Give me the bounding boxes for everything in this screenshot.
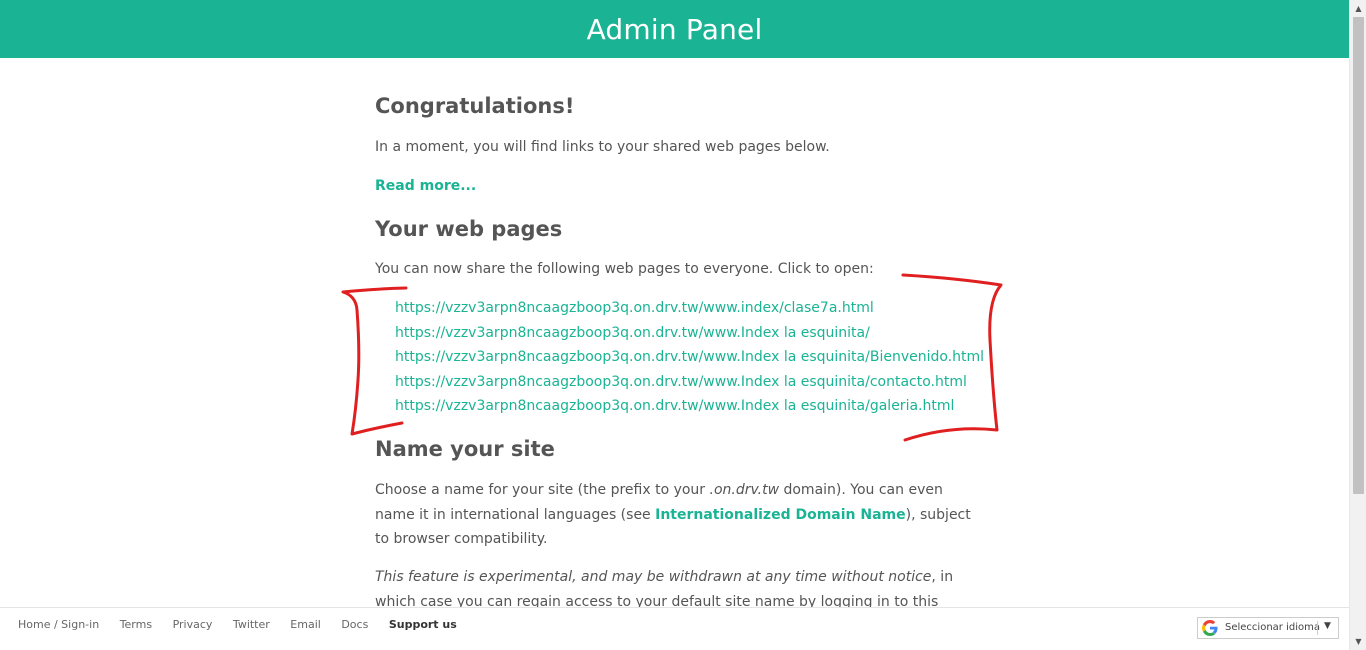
web-pages-list: https://vzzv3arpn8ncaagzboop3q.on.drv.tw… — [395, 296, 984, 419]
page-title: Admin Panel — [586, 13, 763, 46]
web-pages-intro: You can now share the following web page… — [375, 261, 874, 277]
footer-link-privacy[interactable]: Privacy — [173, 618, 213, 631]
footer-link-home[interactable]: Home / Sign-in — [18, 618, 99, 631]
web-page-link[interactable]: https://vzzv3arpn8ncaagzboop3q.on.drv.tw… — [395, 321, 984, 346]
footer-bar: Home / Sign-in Terms Privacy Twitter Ema… — [0, 607, 1349, 650]
congrats-heading: Congratulations! — [375, 94, 575, 118]
scroll-down-arrow-icon[interactable]: ▼ — [1350, 633, 1366, 650]
congrats-text: In a moment, you will find links to your… — [375, 139, 830, 155]
language-selector[interactable]: Seleccionar idioma ▼ — [1197, 617, 1339, 639]
divider — [1317, 621, 1318, 635]
language-selector-label: Seleccionar idioma — [1225, 622, 1320, 633]
web-page-link[interactable]: https://vzzv3arpn8ncaagzboop3q.on.drv.tw… — [395, 296, 984, 321]
scroll-up-arrow-icon[interactable]: ▲ — [1350, 0, 1366, 17]
web-page-link[interactable]: https://vzzv3arpn8ncaagzboop3q.on.drv.tw… — [395, 370, 984, 395]
footer-link-twitter[interactable]: Twitter — [233, 618, 270, 631]
vertical-scrollbar[interactable]: ▲ ▼ — [1349, 0, 1366, 650]
web-page-link[interactable]: https://vzzv3arpn8ncaagzboop3q.on.drv.tw… — [395, 394, 984, 419]
footer-links: Home / Sign-in Terms Privacy Twitter Ema… — [18, 618, 474, 631]
experimental-italic: This feature is experimental, and may be… — [375, 569, 932, 585]
footer-link-terms[interactable]: Terms — [120, 618, 152, 631]
dropdown-arrow-icon: ▼ — [1324, 621, 1331, 631]
read-more-link[interactable]: Read more... — [375, 178, 476, 194]
name-site-text: Choose a name for your site (the prefix … — [375, 482, 710, 498]
scrollbar-thumb[interactable] — [1353, 17, 1364, 494]
idn-link[interactable]: Internationalized Domain Name — [655, 507, 906, 523]
footer-link-email[interactable]: Email — [290, 618, 321, 631]
app-header: Admin Panel — [0, 0, 1349, 58]
web-page-link[interactable]: https://vzzv3arpn8ncaagzboop3q.on.drv.tw… — [395, 345, 984, 370]
footer-link-support[interactable]: Support us — [389, 618, 457, 631]
google-g-icon — [1202, 620, 1218, 636]
name-site-description: Choose a name for your site (the prefix … — [375, 478, 975, 552]
name-site-heading: Name your site — [375, 437, 555, 461]
footer-link-docs[interactable]: Docs — [341, 618, 368, 631]
domain-suffix: .on.drv.tw — [709, 482, 780, 498]
web-pages-heading: Your web pages — [375, 217, 563, 241]
